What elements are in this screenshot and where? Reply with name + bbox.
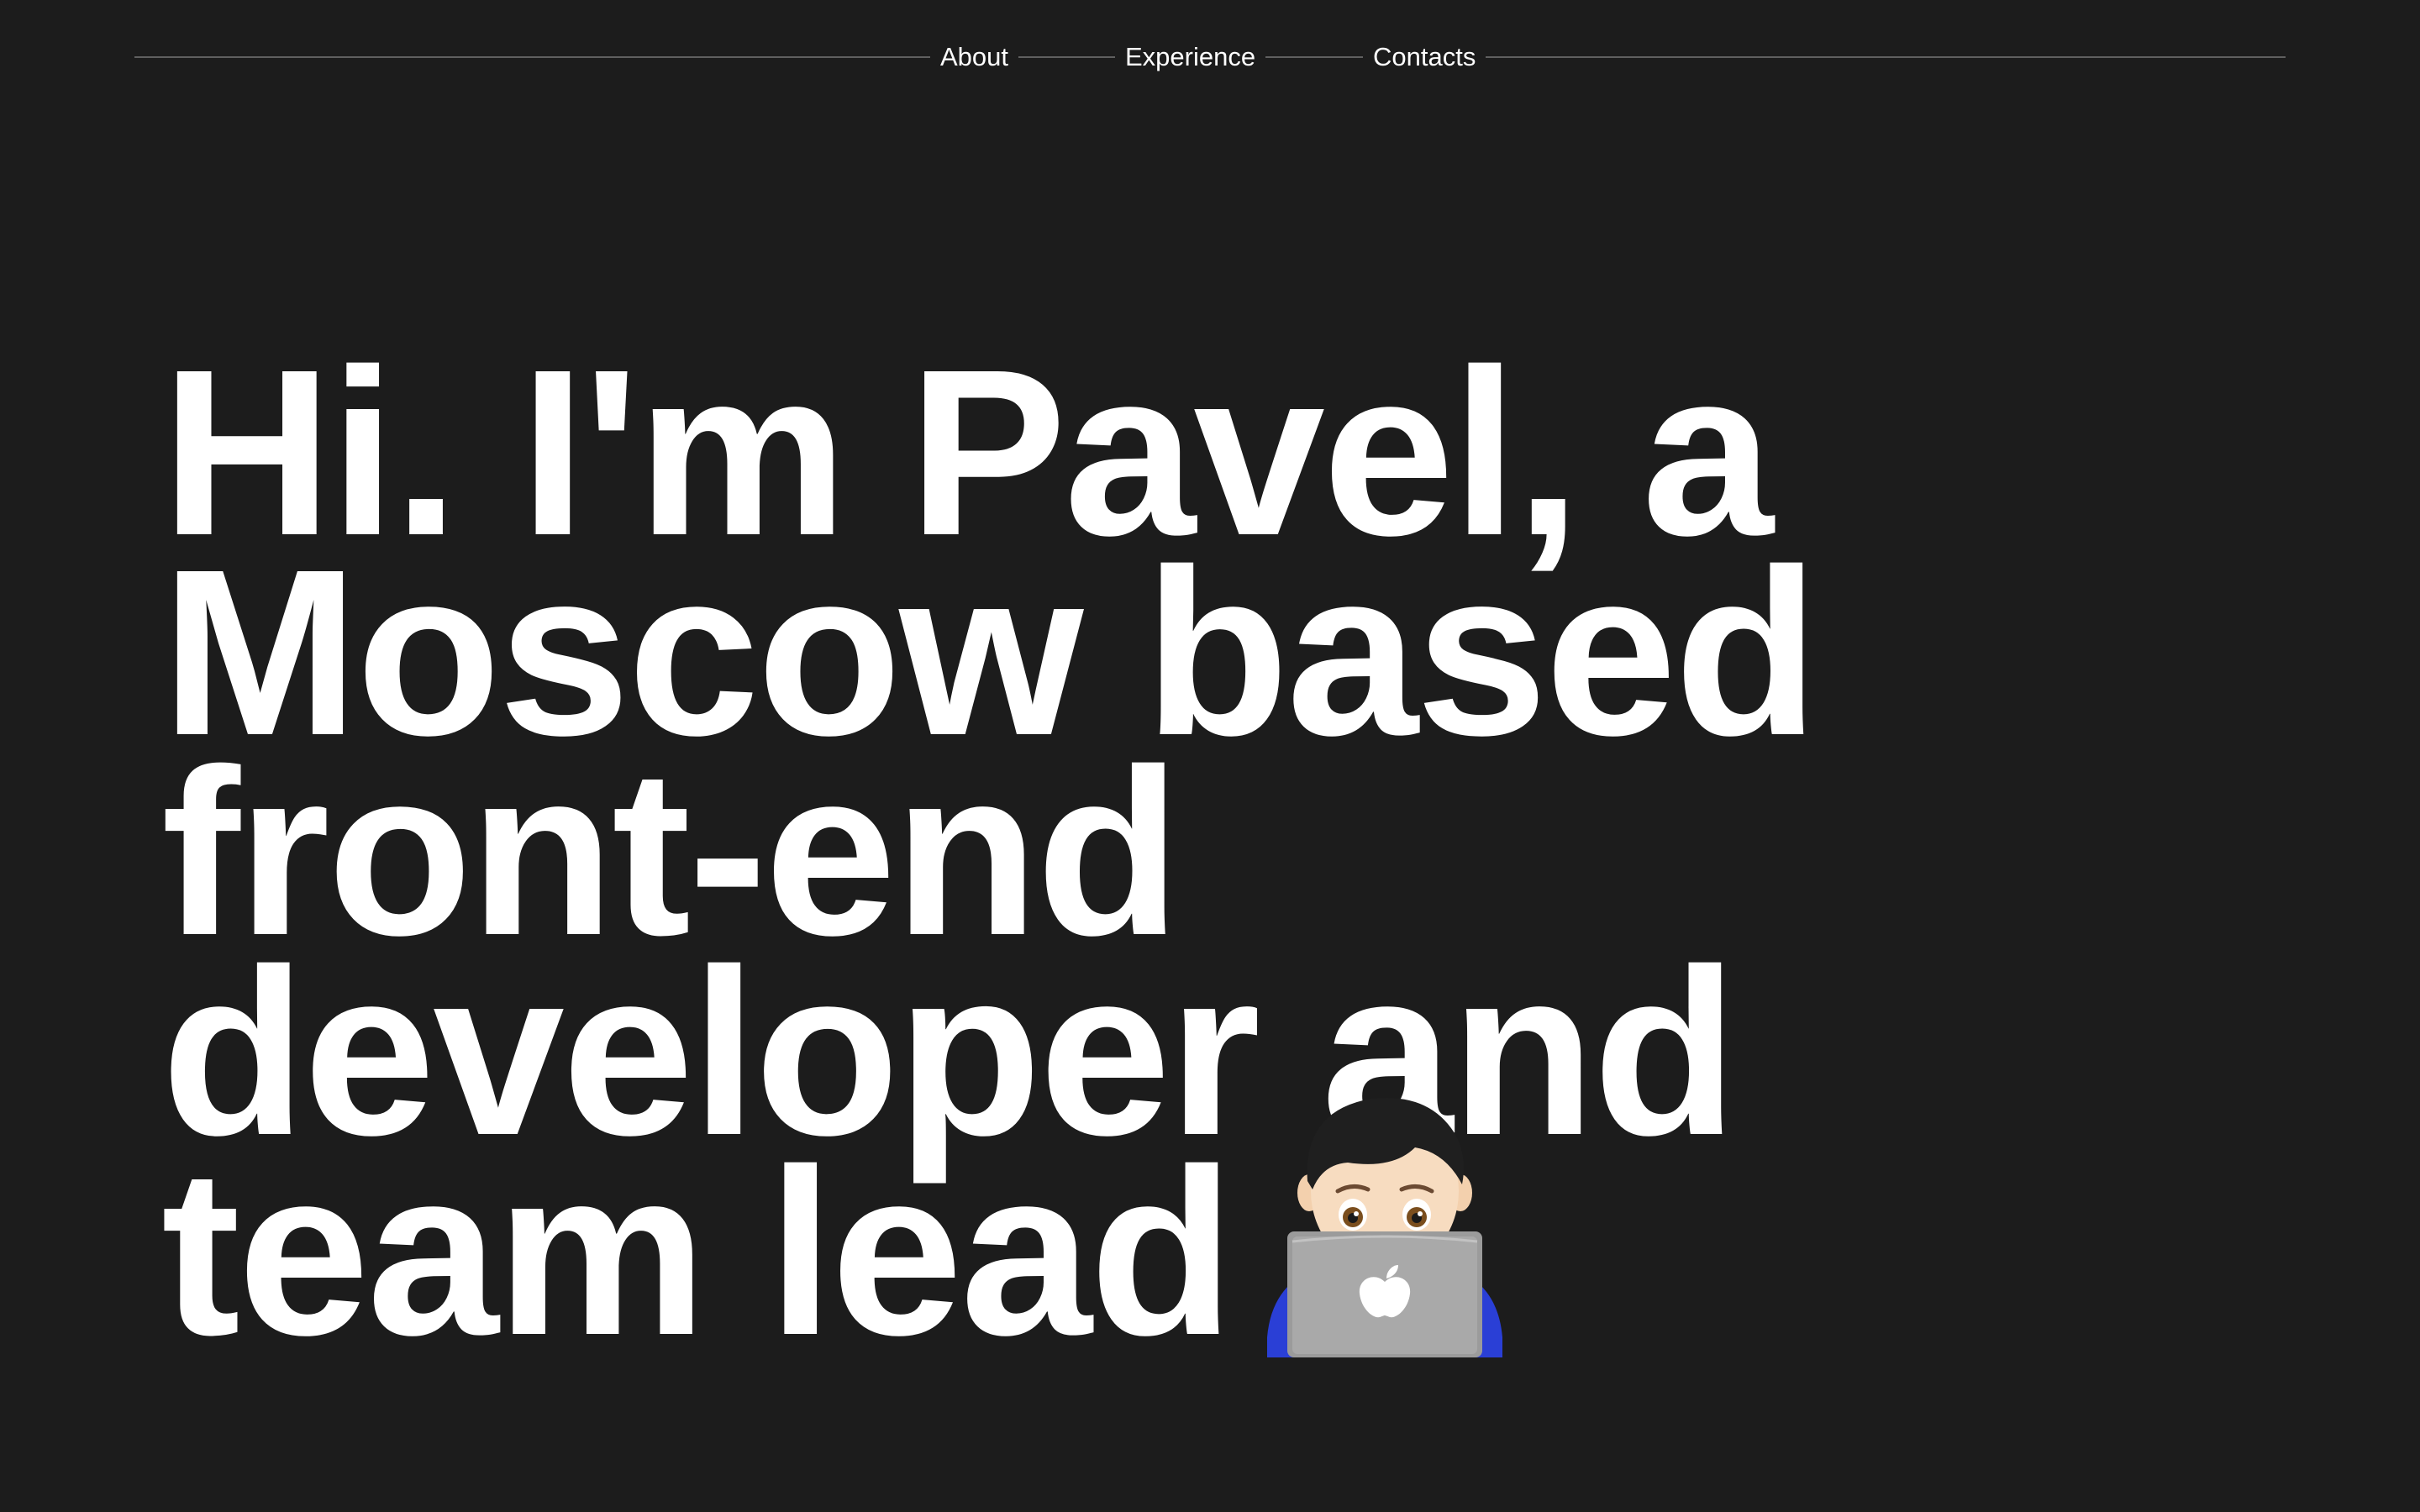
nav-link-experience[interactable]: Experience — [1115, 40, 1266, 74]
nav-link-contacts[interactable]: Contacts — [1363, 40, 1486, 74]
technologist-with-laptop-icon — [1267, 1092, 1502, 1357]
technologist-illustration — [1267, 1097, 1502, 1357]
top-nav: About Experience Contacts — [134, 40, 2286, 74]
hero-headline: Hi. I'm Pavel, a Moscow based front-end … — [161, 334, 1819, 1371]
page: About Experience Contacts Hi. I'm Pavel,… — [0, 0, 2420, 1512]
nav-link-about[interactable]: About — [930, 40, 1019, 74]
